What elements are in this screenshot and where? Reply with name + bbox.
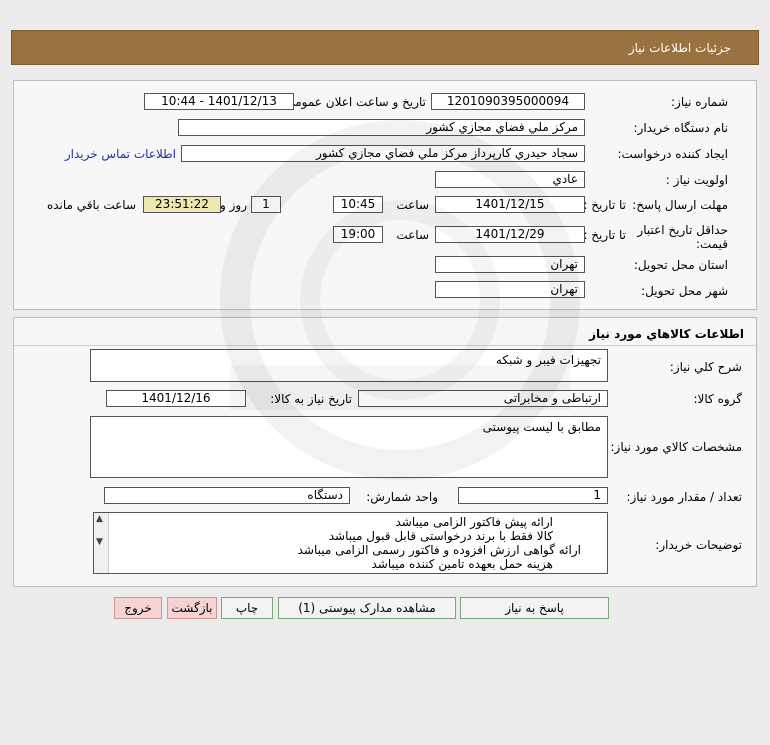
validity-label: حداقل تاریخ اعتبار قیمت: (637, 223, 728, 251)
deadline-time-field: 10:45 (333, 196, 383, 213)
specs-label: مشخصات کالاي مورد نياز: (610, 440, 742, 454)
group-label: گروه کالا: (693, 392, 743, 406)
buyer-org-field: مرکز ملي فضاي مجازي کشور (178, 119, 585, 136)
days-label: روز و (220, 198, 247, 212)
priority-field: عادي (435, 171, 585, 188)
page-title: جزئیات اطلاعات نیاز (628, 41, 731, 55)
validity-until-label: تا تاریخ : (583, 228, 626, 242)
exit-button[interactable]: خروج (114, 597, 162, 619)
need-number-label: شماره نیاز: (671, 95, 728, 109)
reply-button[interactable]: پاسخ به نیاز (460, 597, 609, 619)
announce-label: تاریخ و ساعت اعلان عمومی: (281, 95, 426, 109)
remaining-label: ساعت باقي مانده (46, 198, 136, 212)
need-date-field: 1401/12/16 (106, 390, 246, 407)
validity-time-field: 19:00 (333, 226, 383, 243)
days-field: 1 (251, 196, 281, 213)
qty-label: تعداد / مقدار مورد نیاز: (626, 490, 742, 504)
remaining-time-field: 23:51:22 (143, 196, 221, 213)
desc-scrollbar[interactable]: ▲ ▼ (94, 513, 109, 573)
scroll-up-icon[interactable]: ▲ (96, 514, 103, 524)
need-date-label: تاریخ نیاز به کالا: (270, 392, 352, 406)
desc-field[interactable]: ▲ ▼ ارائه پیش فاکتور الزامی میباشد کالا … (93, 512, 608, 574)
desc-label: توضیحات خریدار: (655, 538, 742, 552)
desc-line: ارائه پیش فاکتور الزامی میباشد (395, 515, 553, 529)
validity-date-field: 1401/12/29 (435, 226, 585, 243)
desc-line: ارائه گواهی ارزش افزوده و فاکتور رسمی ال… (297, 543, 581, 557)
specs-field: مطابق با لیست پیوستی (90, 416, 608, 478)
unit-field: دستگاه (104, 487, 350, 504)
summary-label: شرح کلي نياز: (669, 360, 742, 374)
requester-field: سجاد حيدري کارپرداز مرکز ملي فضاي مجازي … (181, 145, 585, 162)
goods-panel: اطلاعات کالاهاي مورد نياز شرح کلي نياز: … (13, 317, 757, 587)
need-number-field: 1201090395000094 (431, 93, 585, 110)
desc-line: کالا فقط با برند درخواستی قابل قبول میبا… (328, 529, 553, 543)
city-field: تهران (435, 281, 585, 298)
print-button[interactable]: چاپ (221, 597, 273, 619)
goods-section-title: اطلاعات کالاهاي مورد نياز (589, 327, 744, 341)
province-field: تهران (435, 256, 585, 273)
requester-label: ایجاد کننده درخواست: (617, 147, 728, 161)
back-button[interactable]: بازگشت (167, 597, 217, 619)
group-field: ارتباطی و مخابراتی (358, 390, 608, 407)
page-header: جزئیات اطلاعات نیاز (11, 30, 759, 65)
summary-field: تجهیزات فیبر و شبکه (90, 349, 608, 382)
buyer-contact-link[interactable]: اطلاعات تماس خریدار (65, 147, 176, 161)
buyer-org-label: نام دستگاه خریدار: (633, 121, 729, 135)
deadline-time-label: ساعت (396, 198, 429, 212)
scroll-down-icon[interactable]: ▼ (96, 537, 103, 547)
deadline-label: مهلت ارسال پاسخ: (632, 198, 728, 212)
unit-label: واحد شمارش: (366, 490, 438, 504)
province-label: استان محل تحویل: (633, 258, 728, 272)
priority-label: اولویت نیاز : (665, 173, 728, 187)
attachments-button[interactable]: مشاهده مدارک پیوستی (1) (278, 597, 456, 619)
deadline-until-label: تا تاریخ : (583, 198, 626, 212)
deadline-date-field: 1401/12/15 (435, 196, 585, 213)
announce-field: 1401/12/13 - 10:44 (144, 93, 294, 110)
city-label: شهر محل تحویل: (641, 284, 728, 298)
desc-line: هزینه حمل بعهده تامین کننده میباشد (371, 557, 553, 571)
need-info-panel: شماره نیاز: 1201090395000094 تاریخ و ساع… (13, 80, 757, 310)
validity-time-label: ساعت (396, 228, 429, 242)
goods-title-divider (14, 345, 756, 346)
desc-text: ارائه پیش فاکتور الزامی میباشد کالا فقط … (298, 515, 593, 571)
qty-field: 1 (458, 487, 608, 504)
